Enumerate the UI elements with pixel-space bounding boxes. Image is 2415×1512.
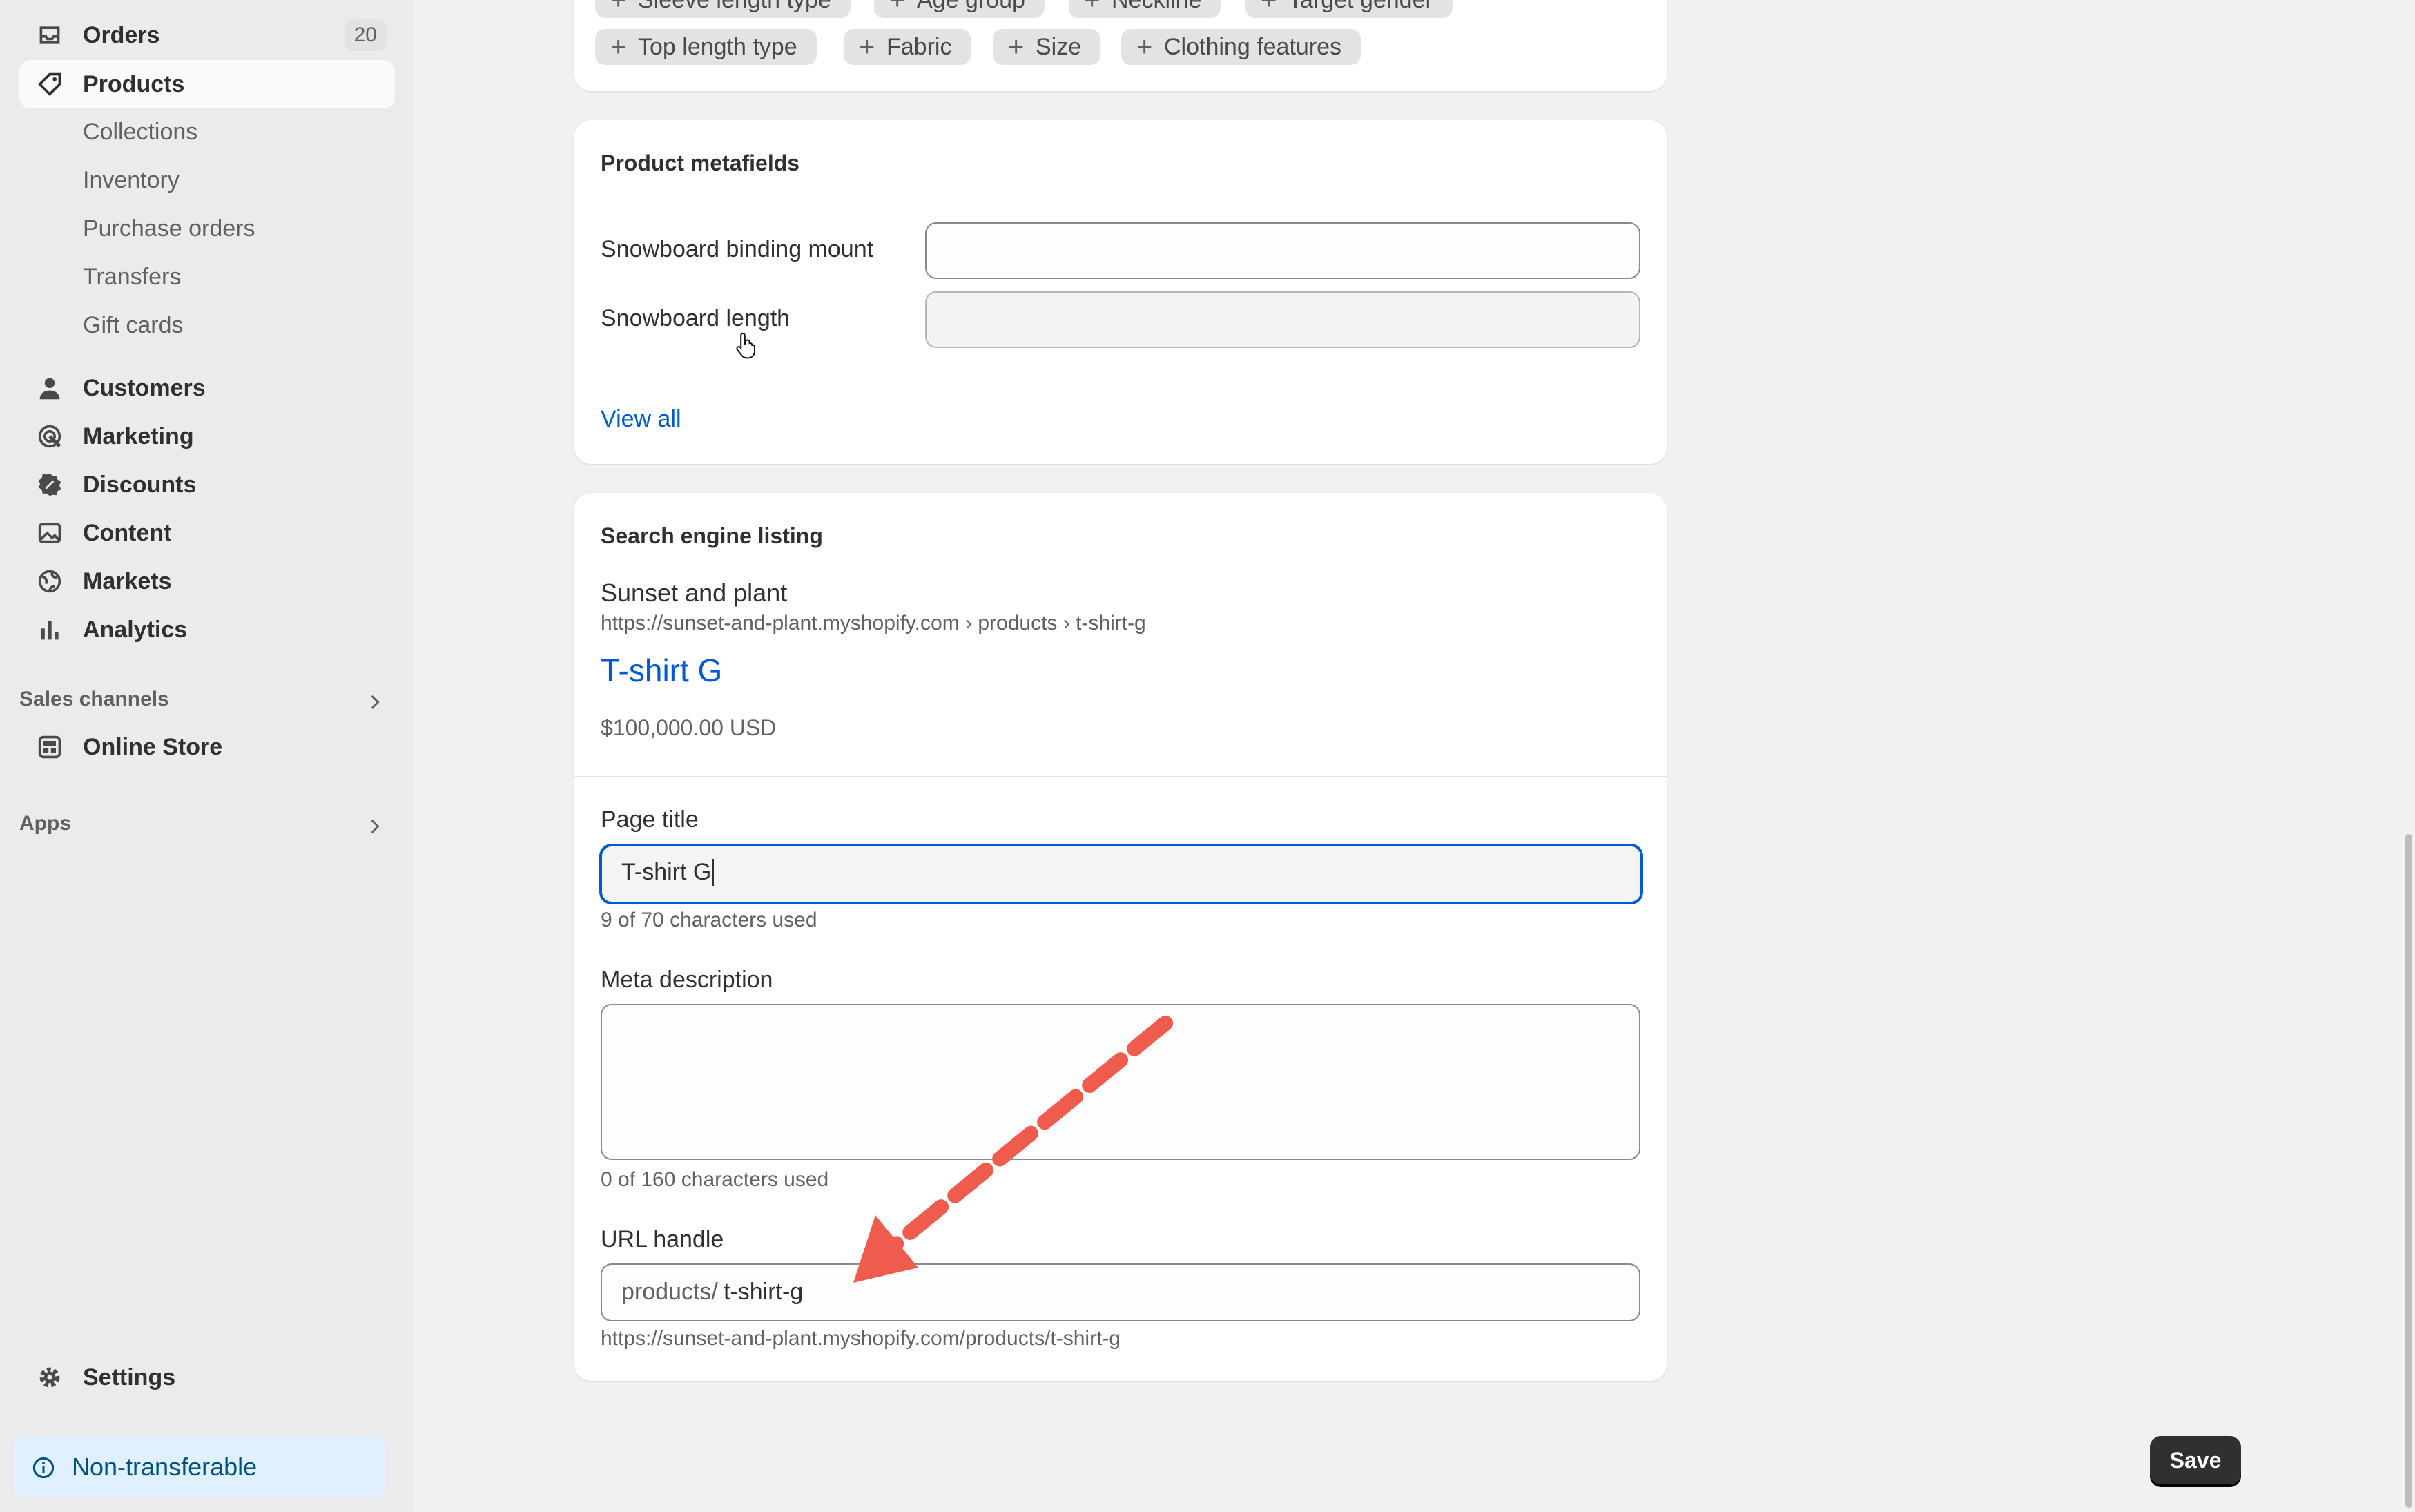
nav-collections[interactable]: Collections (83, 119, 197, 146)
metafields-title: Product metafields (601, 151, 800, 175)
snowboard-length-label: Snowboard length (601, 305, 791, 331)
plus-icon: + (1008, 32, 1025, 62)
tag-icon (38, 72, 61, 96)
gear-icon (39, 1367, 60, 1388)
chip-label: Clothing features (1164, 34, 1342, 60)
image-icon (38, 523, 61, 543)
add-fabric-chip[interactable]: + Fabric (844, 29, 971, 65)
meta-description-textarea[interactable] (601, 1004, 1640, 1160)
sidebar: Orders 20 Products Collections Inventory… (0, 0, 414, 1512)
add-sleeve-length-chip[interactable]: + Sleeve length type (595, 0, 851, 18)
apps-heading[interactable]: Apps (19, 812, 71, 835)
seo-preview-title: T-shirt G (601, 652, 723, 688)
nav-analytics[interactable]: Analytics (19, 605, 395, 654)
nav-products-label: Products (83, 70, 185, 97)
view-all-link[interactable]: View all (601, 406, 681, 433)
nav-content[interactable]: Content (19, 509, 395, 557)
target-icon (38, 425, 61, 448)
meta-description-label: Meta description (601, 967, 773, 993)
nav-marketing-label: Marketing (83, 423, 194, 449)
url-handle-label: URL handle (601, 1226, 724, 1252)
seo-breadcrumb-url: https://sunset-and-plant.myshopify.com ›… (601, 612, 1146, 634)
binding-mount-input[interactable] (925, 222, 1640, 279)
nav-products[interactable]: Products (19, 60, 395, 108)
nav-inventory[interactable]: Inventory (83, 167, 180, 194)
plus-icon: + (859, 32, 875, 62)
nav-online-store[interactable]: Online Store (19, 723, 395, 771)
notice-label: Non-transferable (72, 1453, 258, 1481)
url-handle-value: t-shirt-g (724, 1279, 804, 1305)
chip-label: Size (1036, 34, 1082, 60)
page-scrollbar[interactable] (2405, 834, 2412, 1508)
nav-discounts-label: Discounts (83, 471, 197, 498)
search-engine-listing-card: Search engine listing Sunset and plant h… (574, 493, 1667, 1381)
chip-label: Sleeve length type (638, 0, 831, 13)
nav-orders[interactable]: Orders 20 (19, 11, 395, 59)
nav-transfers[interactable]: Transfers (83, 264, 181, 291)
url-handle-prefix: products/ (621, 1279, 718, 1305)
binding-mount-label: Snowboard binding mount (601, 236, 874, 262)
globe-icon (38, 570, 61, 593)
nav-discounts[interactable]: Discounts (19, 461, 395, 509)
nav-settings[interactable]: Settings (19, 1353, 395, 1402)
orders-count-badge: 20 (344, 19, 387, 51)
plus-icon: + (889, 0, 906, 15)
nav-marketing[interactable]: Marketing (19, 412, 395, 461)
page-title-help: 9 of 70 characters used (601, 909, 817, 931)
info-icon (32, 1457, 55, 1479)
page-title-label: Page title (601, 806, 699, 833)
nav-gift-cards[interactable]: Gift cards (83, 312, 183, 339)
non-transferable-notice[interactable]: Non-transferable (14, 1437, 385, 1498)
storefront-icon (38, 735, 61, 759)
nav-analytics-label: Analytics (83, 616, 188, 643)
inbox-icon (39, 26, 60, 44)
nav-online-store-label: Online Store (83, 733, 223, 760)
url-full-preview: https://sunset-and-plant.myshopify.com/p… (601, 1327, 1121, 1350)
plus-icon: + (1136, 32, 1153, 62)
bar-chart-icon (41, 621, 59, 640)
chevron-right-icon[interactable] (365, 816, 385, 837)
url-handle-input[interactable]: products/ t-shirt-g (601, 1263, 1640, 1321)
plus-icon: + (1084, 0, 1100, 15)
divider (574, 776, 1667, 777)
meta-description-help: 0 of 160 characters used (601, 1168, 829, 1191)
seo-store-name: Sunset and plant (601, 579, 788, 607)
seo-price: $100,000.00 USD (601, 715, 777, 740)
chip-label: Fabric (886, 34, 952, 60)
add-target-gender-chip[interactable]: + Target gender (1245, 0, 1453, 18)
person-icon (39, 378, 60, 400)
product-metafields-card: Product metafields Snowboard binding mou… (574, 120, 1667, 464)
chip-label: Age group (917, 0, 1025, 13)
chip-label: Top length type (638, 34, 797, 60)
chip-label: Neckline (1112, 0, 1202, 13)
add-neckline-chip[interactable]: + Neckline (1069, 0, 1221, 18)
nav-customers[interactable]: Customers (19, 364, 395, 412)
nav-markets[interactable]: Markets (19, 557, 395, 605)
snowboard-length-input[interactable] (925, 291, 1640, 348)
add-clothing-features-chip[interactable]: + Clothing features (1121, 29, 1361, 65)
plus-icon: + (610, 32, 627, 62)
seo-title: Search engine listing (601, 523, 823, 548)
save-button[interactable]: Save (2150, 1436, 2241, 1484)
plus-icon: + (610, 0, 627, 15)
hand-pointer-cursor-icon (736, 332, 755, 359)
nav-content-label: Content (83, 519, 172, 546)
discount-badge-icon (38, 473, 61, 496)
page-title-value: T-shirt G (621, 859, 715, 886)
chip-label: Target gender (1288, 0, 1433, 13)
add-top-length-type-chip[interactable]: + Top length type (595, 29, 817, 65)
category-attributes-card: + Sleeve length type + Age group + Neckl… (574, 0, 1667, 91)
nav-purchase-orders[interactable]: Purchase orders (83, 215, 255, 242)
add-age-group-chip[interactable]: + Age group (874, 0, 1045, 18)
nav-settings-label: Settings (83, 1364, 176, 1390)
add-size-chip[interactable]: + Size (993, 29, 1101, 65)
nav-orders-label: Orders (83, 21, 160, 48)
page-title-input[interactable]: T-shirt G (599, 844, 1643, 904)
sales-channels-heading[interactable]: Sales channels (19, 688, 169, 711)
chevron-right-icon[interactable] (365, 692, 385, 713)
plus-icon: + (1261, 0, 1277, 15)
nav-markets-label: Markets (83, 568, 172, 594)
nav-customers-label: Customers (83, 374, 206, 401)
